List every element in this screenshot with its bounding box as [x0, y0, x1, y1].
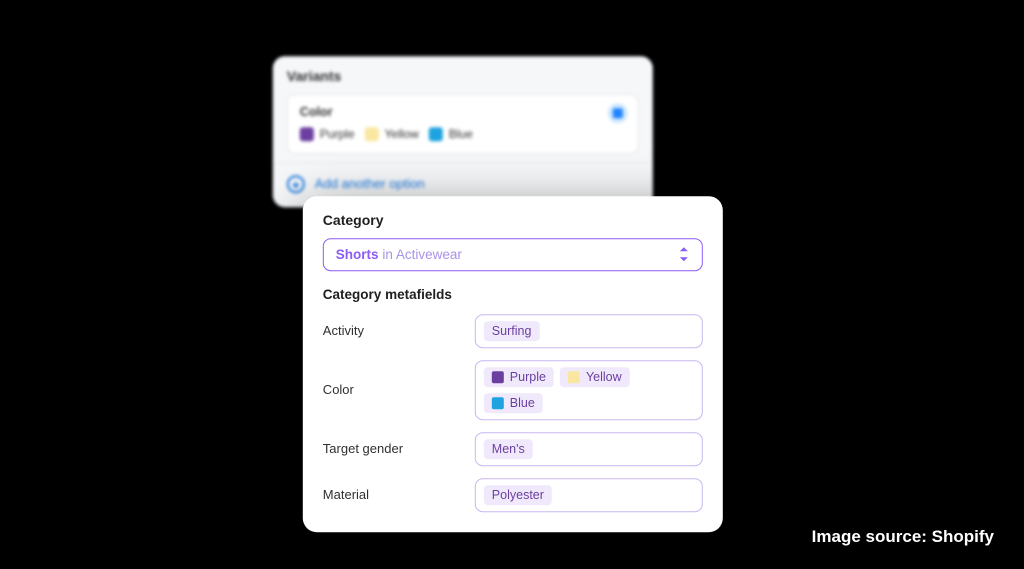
variant-swatch[interactable]: Yellow: [364, 127, 418, 141]
category-primary: Shorts: [336, 247, 379, 262]
swatch-icon: [429, 127, 443, 141]
color-field[interactable]: Purple Yellow Blue: [475, 360, 703, 420]
metafield-label: Target gender: [323, 441, 463, 456]
color-tag[interactable]: Purple: [484, 367, 554, 387]
material-tag[interactable]: Polyester: [484, 485, 552, 505]
variant-swatch[interactable]: Blue: [429, 127, 473, 141]
color-tag-label: Yellow: [586, 370, 622, 384]
plus-circle-icon: [287, 175, 305, 193]
swatch-label: Blue: [449, 127, 473, 141]
variant-swatch[interactable]: Purple: [300, 127, 355, 141]
category-select[interactable]: Shorts in Activewear: [323, 238, 703, 271]
color-tag[interactable]: Blue: [484, 393, 543, 413]
color-swatch-icon: [568, 371, 580, 383]
category-title: Category: [323, 212, 703, 228]
color-swatch-icon: [492, 397, 504, 409]
variants-option-box: Color Purple Yellow: [287, 94, 639, 154]
connect-icon[interactable]: [608, 103, 628, 123]
metafield-row-color: Color Purple Yellow Blue: [323, 360, 703, 420]
variants-title: Variants: [287, 68, 639, 84]
metafield-row-activity: Activity Surfing: [323, 314, 703, 348]
target-gender-tag[interactable]: Men's: [484, 439, 533, 459]
target-gender-field[interactable]: Men's: [475, 432, 703, 466]
material-field[interactable]: Polyester: [475, 478, 703, 512]
metafield-label: Material: [323, 487, 463, 502]
category-secondary: in Activewear: [379, 247, 462, 262]
category-card: Category Shorts in Activewear Category m…: [303, 196, 723, 532]
metafield-label: Color: [323, 382, 463, 397]
variants-swatch-list: Purple Yellow Blue: [300, 127, 626, 141]
color-tag[interactable]: Yellow: [560, 367, 630, 387]
select-caret-icon: [678, 247, 690, 261]
variants-card: Variants Color Purple Yellow: [273, 56, 653, 207]
metafield-label: Activity: [323, 323, 463, 338]
layered-cards: Variants Color Purple Yellow: [273, 56, 733, 496]
image-credit: Image source: Shopify: [812, 527, 994, 547]
color-swatch-icon: [492, 371, 504, 383]
activity-tag[interactable]: Surfing: [484, 321, 540, 341]
metafield-row-gender: Target gender Men's: [323, 432, 703, 466]
metafields-title: Category metafields: [323, 287, 703, 302]
color-tag-label: Purple: [510, 370, 546, 384]
swatch-label: Yellow: [384, 127, 418, 141]
swatch-label: Purple: [320, 127, 355, 141]
color-tag-label: Blue: [510, 396, 535, 410]
activity-field[interactable]: Surfing: [475, 314, 703, 348]
variants-option-name: Color: [300, 105, 626, 119]
swatch-icon: [300, 127, 314, 141]
metafield-row-material: Material Polyester: [323, 478, 703, 512]
swatch-icon: [364, 127, 378, 141]
add-option-label: Add another option: [315, 176, 425, 191]
